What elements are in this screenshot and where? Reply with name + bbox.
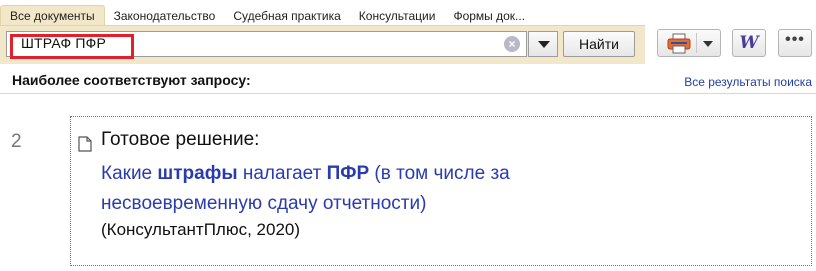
- document-icon: [78, 136, 92, 152]
- results-header: Наиболее соответствуют запросу:: [12, 72, 251, 88]
- print-button-separator: [696, 33, 697, 53]
- word-icon: W: [739, 33, 759, 53]
- result-title-link[interactable]: Какие штрафы налагает ПФР (в том числе з…: [101, 159, 661, 219]
- chevron-down-icon: [538, 41, 550, 48]
- search-history-dropdown-button[interactable]: [528, 31, 558, 57]
- result-type-label: Готовое решение:: [101, 129, 260, 150]
- all-results-link[interactable]: Все результаты поиска: [684, 75, 812, 89]
- tab-court-practice[interactable]: Судебная практика: [224, 6, 349, 26]
- ellipsis-icon: •••: [785, 31, 805, 48]
- search-query-text: ШТРАФ ПФР: [21, 35, 107, 51]
- search-bar: ШТРАФ ПФР × Найти: [0, 25, 645, 64]
- print-button[interactable]: [657, 29, 721, 57]
- header-divider: [0, 93, 816, 94]
- find-button[interactable]: Найти: [563, 31, 635, 57]
- tab-document-forms[interactable]: Формы док...: [444, 6, 534, 26]
- result-source: (КонсультантПлюс, 2020): [101, 220, 301, 239]
- printer-icon: [667, 33, 691, 54]
- tab-legislation[interactable]: Законодательство: [105, 6, 225, 26]
- result-title-part: Какие: [101, 163, 158, 184]
- clear-icon[interactable]: ×: [504, 36, 520, 52]
- result-title-keyword: штрафы: [157, 163, 238, 184]
- search-input[interactable]: ШТРАФ ПФР ×: [6, 31, 527, 59]
- result-title-keyword: ПФР: [326, 163, 370, 184]
- tab-all-documents[interactable]: Все документы: [0, 5, 105, 26]
- result-number: 2: [11, 131, 22, 152]
- tab-consultations[interactable]: Консультации: [350, 6, 445, 26]
- result-item[interactable]: Готовое решение: Какие штрафы налагает П…: [70, 116, 812, 266]
- result-title-part: налагает: [237, 163, 327, 184]
- more-options-button[interactable]: •••: [778, 29, 812, 57]
- export-to-word-button[interactable]: W: [732, 29, 766, 57]
- search-tabs: Все документы Законодательство Судебная …: [0, 5, 534, 26]
- print-options-chevron-down-icon[interactable]: [703, 41, 713, 47]
